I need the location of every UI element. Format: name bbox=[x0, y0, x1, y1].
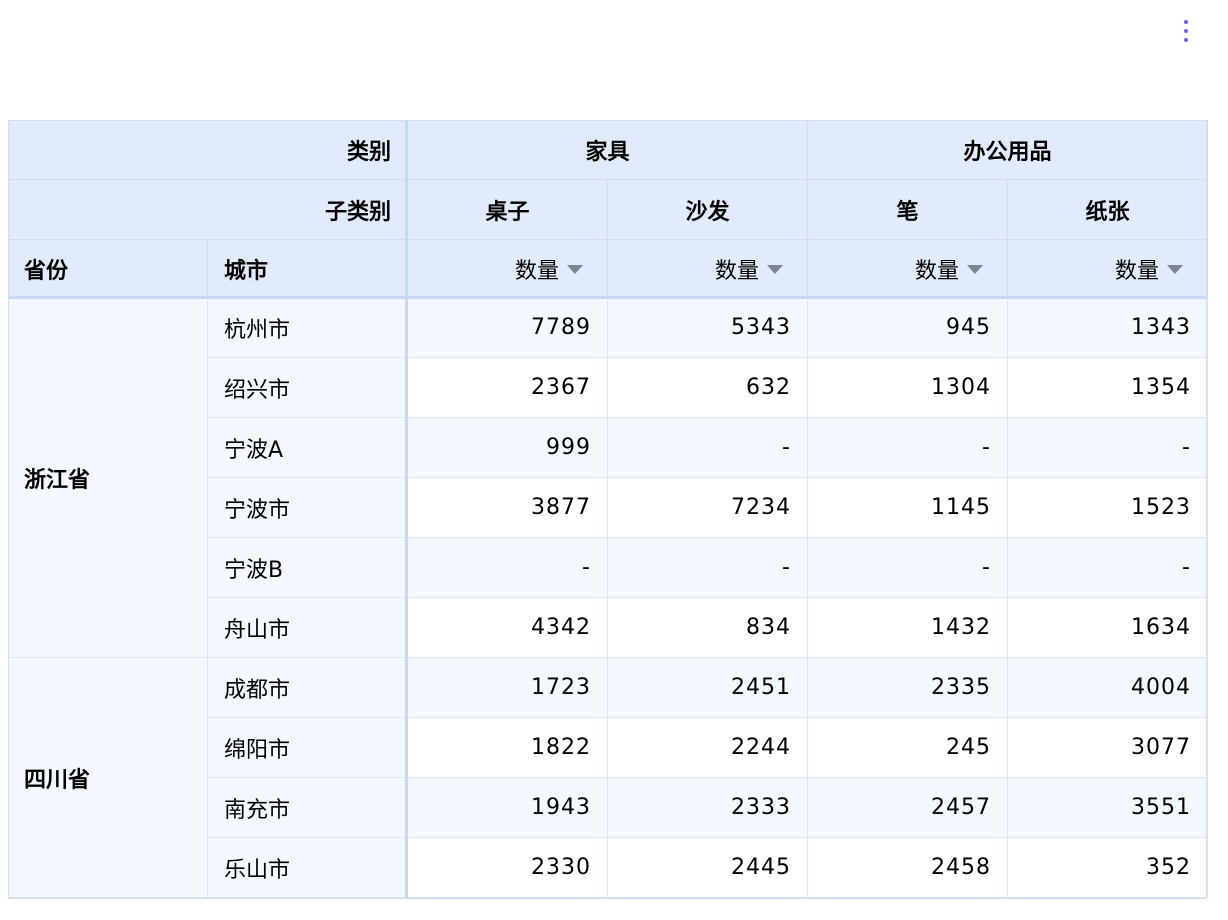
measure-header[interactable]: 数量 bbox=[608, 240, 808, 298]
province-row-header[interactable]: 浙江省 bbox=[8, 298, 208, 658]
data-cell[interactable]: 632 bbox=[608, 358, 808, 418]
corner-col-level2-label: 子类别 bbox=[8, 180, 408, 240]
data-cell[interactable]: 1432 bbox=[808, 598, 1008, 658]
sort-down-icon[interactable] bbox=[967, 265, 983, 274]
data-cell[interactable]: - bbox=[1008, 538, 1208, 598]
city-row-header[interactable]: 成都市 bbox=[208, 658, 408, 718]
subcategory-header[interactable]: 纸张 bbox=[1008, 180, 1208, 240]
data-cell[interactable]: 2333 bbox=[608, 778, 808, 838]
data-cell[interactable]: 1943 bbox=[408, 778, 608, 838]
province-row-header[interactable]: 四川省 bbox=[8, 658, 208, 898]
measure-header[interactable]: 数量 bbox=[1008, 240, 1208, 298]
row-field-city[interactable]: 城市 bbox=[208, 240, 408, 298]
data-cell[interactable]: 2335 bbox=[808, 658, 1008, 718]
data-cell[interactable]: - bbox=[408, 538, 608, 598]
category-header[interactable]: 办公用品 bbox=[808, 120, 1208, 180]
sort-down-icon[interactable] bbox=[767, 265, 783, 274]
data-cell[interactable]: 2457 bbox=[808, 778, 1008, 838]
city-row-header[interactable]: 宁波B bbox=[208, 538, 408, 598]
header-line-divider bbox=[8, 296, 1207, 299]
data-cell[interactable]: 2451 bbox=[608, 658, 808, 718]
city-row-header[interactable]: 舟山市 bbox=[208, 598, 408, 658]
city-row-header[interactable]: 宁波A bbox=[208, 418, 408, 478]
city-row-header[interactable]: 杭州市 bbox=[208, 298, 408, 358]
data-cell[interactable]: 3077 bbox=[1008, 718, 1208, 778]
sort-down-icon[interactable] bbox=[567, 265, 583, 274]
more-vertical-icon bbox=[1184, 20, 1188, 24]
data-cell[interactable]: 7789 bbox=[408, 298, 608, 358]
city-row-header[interactable]: 绍兴市 bbox=[208, 358, 408, 418]
data-cell[interactable]: 999 bbox=[408, 418, 608, 478]
data-cell[interactable]: 1354 bbox=[1008, 358, 1208, 418]
data-cell[interactable]: 352 bbox=[1008, 838, 1208, 898]
subcategory-header[interactable]: 桌子 bbox=[408, 180, 608, 240]
data-cell[interactable]: 1822 bbox=[408, 718, 608, 778]
data-cell[interactable]: 245 bbox=[808, 718, 1008, 778]
city-row-header[interactable]: 南充市 bbox=[208, 778, 408, 838]
subcategory-header[interactable]: 笔 bbox=[808, 180, 1008, 240]
data-cell[interactable]: 3551 bbox=[1008, 778, 1208, 838]
data-cell[interactable]: 2330 bbox=[408, 838, 608, 898]
pivot-table: 类别 子类别 省份 城市 家具 桌子 数量 沙发 数量 办公用品笔数量 纸张 数量 浙江省 杭州市… bbox=[8, 120, 1208, 899]
corner-col-level1-label: 类别 bbox=[8, 120, 408, 180]
city-row-header[interactable]: 绵阳市 bbox=[208, 718, 408, 778]
data-cell[interactable]: 2367 bbox=[408, 358, 608, 418]
data-cell[interactable]: 3877 bbox=[408, 478, 608, 538]
data-cell[interactable]: 1145 bbox=[808, 478, 1008, 538]
subcategory-header[interactable]: 沙发 bbox=[608, 180, 808, 240]
data-cell[interactable]: 1523 bbox=[1008, 478, 1208, 538]
data-cell[interactable]: 2445 bbox=[608, 838, 808, 898]
data-cell[interactable]: - bbox=[608, 418, 808, 478]
data-cell[interactable]: 4342 bbox=[408, 598, 608, 658]
data-cell[interactable]: 1343 bbox=[1008, 298, 1208, 358]
more-options-button[interactable] bbox=[1174, 14, 1198, 48]
measure-header[interactable]: 数量 bbox=[808, 240, 1008, 298]
category-header[interactable]: 家具 bbox=[408, 120, 808, 180]
data-cell[interactable]: 7234 bbox=[608, 478, 808, 538]
data-cell[interactable]: - bbox=[608, 538, 808, 598]
data-cell[interactable]: 945 bbox=[808, 298, 1008, 358]
data-cell[interactable]: 834 bbox=[608, 598, 808, 658]
frozen-line-divider bbox=[405, 120, 408, 899]
data-cell[interactable]: - bbox=[808, 538, 1008, 598]
data-cell[interactable]: 1723 bbox=[408, 658, 608, 718]
data-cell[interactable]: 4004 bbox=[1008, 658, 1208, 718]
data-cell[interactable]: 5343 bbox=[608, 298, 808, 358]
row-field-province[interactable]: 省份 bbox=[8, 240, 208, 298]
city-row-header[interactable]: 乐山市 bbox=[208, 838, 408, 898]
measure-header[interactable]: 数量 bbox=[408, 240, 608, 298]
data-cell[interactable]: 2458 bbox=[808, 838, 1008, 898]
data-cell[interactable]: 2244 bbox=[608, 718, 808, 778]
data-cell[interactable]: 1634 bbox=[1008, 598, 1208, 658]
sort-down-icon[interactable] bbox=[1167, 265, 1183, 274]
city-row-header[interactable]: 宁波市 bbox=[208, 478, 408, 538]
data-cell[interactable]: 1304 bbox=[808, 358, 1008, 418]
data-cell[interactable]: - bbox=[808, 418, 1008, 478]
data-cell[interactable]: - bbox=[1008, 418, 1208, 478]
